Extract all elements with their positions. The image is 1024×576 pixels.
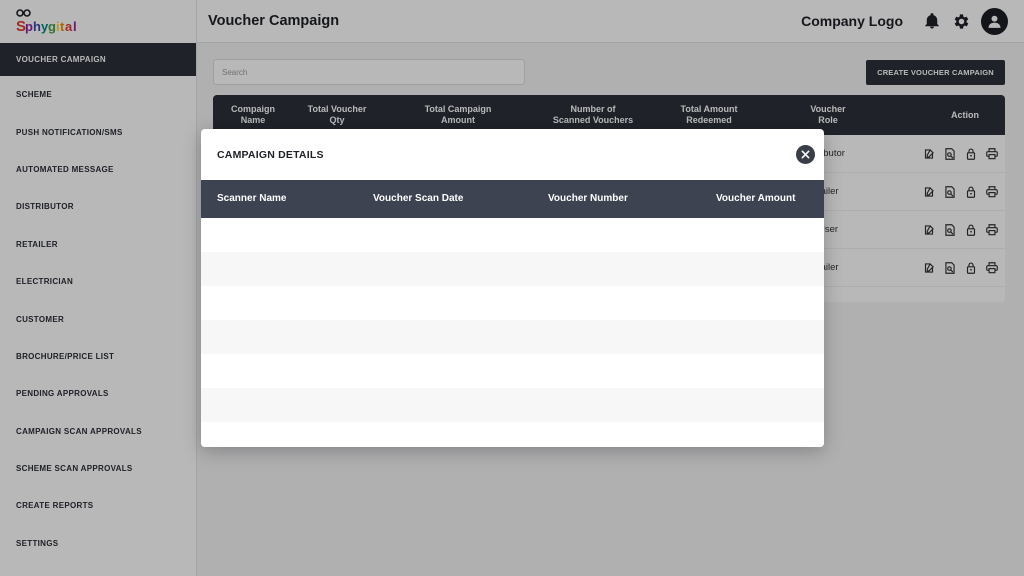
modal-column-header: Voucher Number: [548, 193, 628, 204]
table-row: [201, 320, 824, 354]
table-row: [201, 252, 824, 286]
modal-column-header: Voucher Amount: [716, 193, 796, 204]
table-row: [201, 388, 824, 422]
modal-column-header: Scanner Name: [217, 193, 287, 204]
modal-title: CAMPAIGN DETAILS: [217, 148, 324, 161]
table-row: [201, 422, 824, 447]
table-row: [201, 354, 824, 388]
table-row: [201, 218, 824, 252]
modal-table-body: [201, 218, 824, 447]
campaign-details-modal: CAMPAIGN DETAILS Scanner Name Voucher Sca…: [201, 129, 824, 447]
close-icon[interactable]: [796, 145, 815, 164]
modal-column-header: Voucher Scan Date: [373, 193, 464, 204]
modal-table-header: Scanner Name Voucher Scan Date Voucher Num…: [201, 180, 824, 218]
table-row: [201, 286, 824, 320]
